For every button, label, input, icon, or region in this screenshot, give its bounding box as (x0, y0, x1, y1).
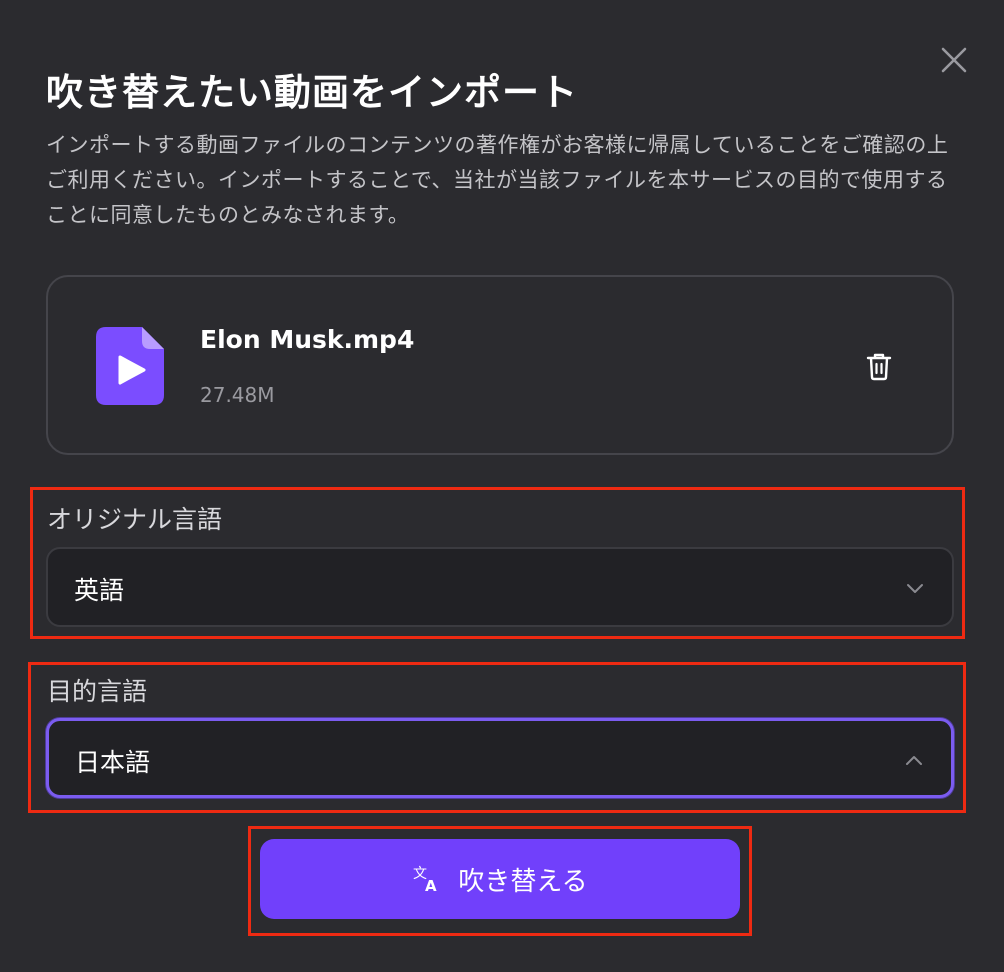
file-name: Elon Musk.mp4 (200, 325, 415, 354)
close-icon (941, 47, 967, 73)
translate-icon: 文 A (413, 866, 437, 894)
video-file-icon (94, 325, 166, 407)
original-language-select[interactable]: 英語 (46, 547, 954, 627)
target-language-select[interactable]: 日本語 (46, 718, 954, 798)
chevron-down-icon (907, 584, 923, 593)
dub-button[interactable]: 文 A 吹き替える (260, 839, 740, 919)
trash-icon (866, 353, 892, 381)
target-language-label: 目的言語 (47, 677, 148, 706)
dialog-title: 吹き替えたい動画をインポート (46, 71, 578, 114)
import-dialog: 吹き替えたい動画をインポート インポートする動画ファイルのコンテンツの著作権がお… (0, 0, 1004, 972)
svg-text:A: A (425, 877, 437, 894)
file-size: 27.48M (200, 383, 275, 407)
copyright-notice: インポートする動画ファイルのコンテンツの著作権がお客様に帰属していることをご確認… (46, 133, 949, 227)
chevron-up-icon (906, 756, 922, 765)
delete-file-button[interactable] (862, 349, 896, 383)
target-language-value: 日本語 (75, 748, 151, 777)
file-card: Elon Musk.mp4 27.48M (46, 275, 954, 455)
dub-button-label: 吹き替える (458, 866, 588, 897)
original-language-value: 英語 (74, 576, 125, 605)
close-button[interactable] (936, 42, 972, 78)
original-language-label: オリジナル言語 (47, 505, 223, 534)
